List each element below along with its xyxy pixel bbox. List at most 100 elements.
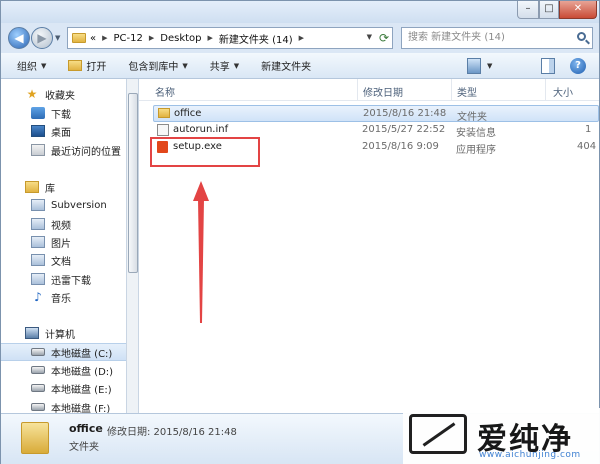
folder-icon <box>158 108 170 118</box>
breadcrumb-desktop[interactable]: Desktop <box>160 33 201 44</box>
open-label: 打开 <box>86 62 107 73</box>
nav-drive-f-label: 本地磁盘 (F:) <box>51 403 111 414</box>
new-folder-label: 新建文件夹 <box>261 62 312 73</box>
nav-drive-e-label: 本地磁盘 (E:) <box>51 384 112 396</box>
file-size: 1 <box>585 124 592 135</box>
file-row-autorun[interactable]: autorun.inf 2015/5/27 22:52 安装信息 1 <box>153 122 599 139</box>
minimize-button[interactable]: – <box>517 1 539 19</box>
maximize-button[interactable]: □ <box>539 1 559 19</box>
nav-music-label: 音乐 <box>51 293 71 305</box>
column-divider[interactable] <box>357 79 358 101</box>
share-button[interactable]: 共享 ▼ <box>204 58 245 74</box>
command-bar: 组织 ▼ 打开 包含到库中 ▼ 共享 ▼ 新建文件夹 ▼ ? <box>1 53 599 79</box>
watermark-url: www.aichunjing.com <box>479 450 581 460</box>
file-size: 404 <box>577 141 597 152</box>
documents-icon <box>31 254 45 266</box>
address-overflow[interactable]: « <box>90 33 96 44</box>
recent-pages-dropdown[interactable]: ▼ <box>55 34 60 42</box>
column-modified[interactable]: 修改日期 <box>363 84 403 99</box>
chevron-down-icon: ▼ <box>233 61 240 70</box>
nav-documents[interactable]: 文档 <box>31 251 126 269</box>
nav-drive-c[interactable]: 本地磁盘 (C:) <box>1 343 126 361</box>
help-icon[interactable]: ? <box>570 58 586 74</box>
file-name: office <box>174 108 202 119</box>
subversion-icon <box>31 199 45 211</box>
organize-button[interactable]: 组织 ▼ <box>11 58 52 74</box>
view-dropdown-icon[interactable]: ▼ <box>487 58 492 74</box>
nav-recent-label: 最近访问的位置 <box>51 146 121 158</box>
drive-icon <box>31 348 45 356</box>
column-divider[interactable] <box>451 79 452 101</box>
navigation-scrollbar[interactable] <box>127 79 139 413</box>
organize-label: 组织 <box>17 62 37 73</box>
column-size[interactable]: 大小 <box>553 84 573 99</box>
breadcrumb-folder[interactable]: 新建文件夹 (14) <box>219 31 293 46</box>
address-row: ◀ ▶ ▼ « ▶ PC-12 ▶ Desktop ▶ 新建文件夹 (14) ▶… <box>1 23 599 53</box>
arrow-head <box>193 181 209 201</box>
chevron-right-icon[interactable]: ▶ <box>299 34 304 42</box>
arrow-shaft <box>198 199 204 323</box>
nav-favorites[interactable]: ★ 收藏夹 <box>25 85 126 103</box>
nav-desktop[interactable]: 桌面 <box>31 122 126 140</box>
file-type: 应用程序 <box>456 145 496 156</box>
file-modified: 2015/8/16 9:09 <box>362 141 439 152</box>
nav-downloads-label: 下载 <box>51 109 71 121</box>
share-label: 共享 <box>209 62 230 73</box>
nav-drive-d-label: 本地磁盘 (D:) <box>51 366 114 378</box>
scrollbar-thumb[interactable] <box>128 93 138 273</box>
nav-downloads[interactable]: 下载 <box>31 104 126 122</box>
selected-type: 文件夹 <box>69 442 99 453</box>
view-icon[interactable] <box>467 58 481 74</box>
nav-videos-label: 视频 <box>51 220 71 232</box>
nav-thunder[interactable]: 迅雷下载 <box>31 270 126 288</box>
nav-libraries[interactable]: 库 <box>25 178 126 196</box>
nav-drive-e[interactable]: 本地磁盘 (E:) <box>31 379 126 397</box>
address-bar[interactable]: « ▶ PC-12 ▶ Desktop ▶ 新建文件夹 (14) ▶ ▼ ⟳ <box>67 27 393 49</box>
nav-videos[interactable]: 视频 <box>31 215 126 233</box>
recent-places-icon <box>31 144 45 156</box>
nav-thunder-label: 迅雷下载 <box>51 275 91 287</box>
nav-subversion[interactable]: Subversion <box>31 196 126 214</box>
thunder-download-icon <box>31 273 45 285</box>
new-folder-button[interactable]: 新建文件夹 <box>255 58 317 73</box>
column-name[interactable]: 名称 <box>155 84 175 99</box>
preview-pane-icon[interactable] <box>541 58 555 74</box>
desktop-icon <box>31 125 45 137</box>
file-modified: 2015/5/27 22:52 <box>362 124 446 135</box>
watermark-logo-icon <box>409 414 467 454</box>
nav-music[interactable]: ♪ 音乐 <box>31 288 126 306</box>
search-input[interactable]: 搜索 新建文件夹 (14) <box>401 27 593 49</box>
close-button[interactable]: ✕ <box>559 1 597 19</box>
refresh-icon[interactable]: ⟳ <box>379 31 389 45</box>
nav-computer[interactable]: 计算机 <box>25 324 126 342</box>
back-button[interactable]: ◀ <box>8 27 30 49</box>
video-icon <box>31 218 45 230</box>
chevron-right-icon[interactable]: ▶ <box>149 34 154 42</box>
column-divider[interactable] <box>545 79 546 101</box>
star-icon: ★ <box>26 87 38 101</box>
open-button[interactable]: 打开 <box>62 58 112 73</box>
nav-drive-d[interactable]: 本地磁盘 (D:) <box>31 361 126 379</box>
libraries-icon <box>25 181 39 193</box>
watermark: 爱纯净 www.aichunjing.com <box>403 408 600 464</box>
search-icon[interactable] <box>577 32 586 41</box>
nav-drive-f[interactable]: 本地磁盘 (F:) <box>31 398 126 414</box>
nav-desktop-label: 桌面 <box>51 127 71 139</box>
nav-recent[interactable]: 最近访问的位置 <box>31 141 126 159</box>
include-library-button[interactable]: 包含到库中 ▼ <box>122 58 193 74</box>
file-row-setup[interactable]: setup.exe 2015/8/16 9:09 应用程序 404 <box>153 139 599 156</box>
navigation-pane: ★ 收藏夹 下载 桌面 最近访问的位置 库 Subversion 视频 图片 文档… <box>1 79 127 413</box>
chevron-right-icon[interactable]: ▶ <box>102 34 107 42</box>
breadcrumb-pc[interactable]: PC-12 <box>114 33 143 44</box>
downloads-icon <box>31 107 45 119</box>
nav-pictures[interactable]: 图片 <box>31 233 126 251</box>
forward-button[interactable]: ▶ <box>31 27 53 49</box>
drive-icon <box>31 366 45 374</box>
address-dropdown-icon[interactable]: ▼ <box>367 33 372 41</box>
file-modified: 2015/8/16 21:48 <box>363 108 447 119</box>
file-row-office[interactable]: office 2015/8/16 21:48 文件夹 <box>153 105 599 123</box>
chevron-right-icon[interactable]: ▶ <box>208 34 213 42</box>
nav-libraries-label: 库 <box>45 183 55 195</box>
column-type[interactable]: 类型 <box>457 84 477 99</box>
music-icon: ♪ <box>34 290 42 304</box>
